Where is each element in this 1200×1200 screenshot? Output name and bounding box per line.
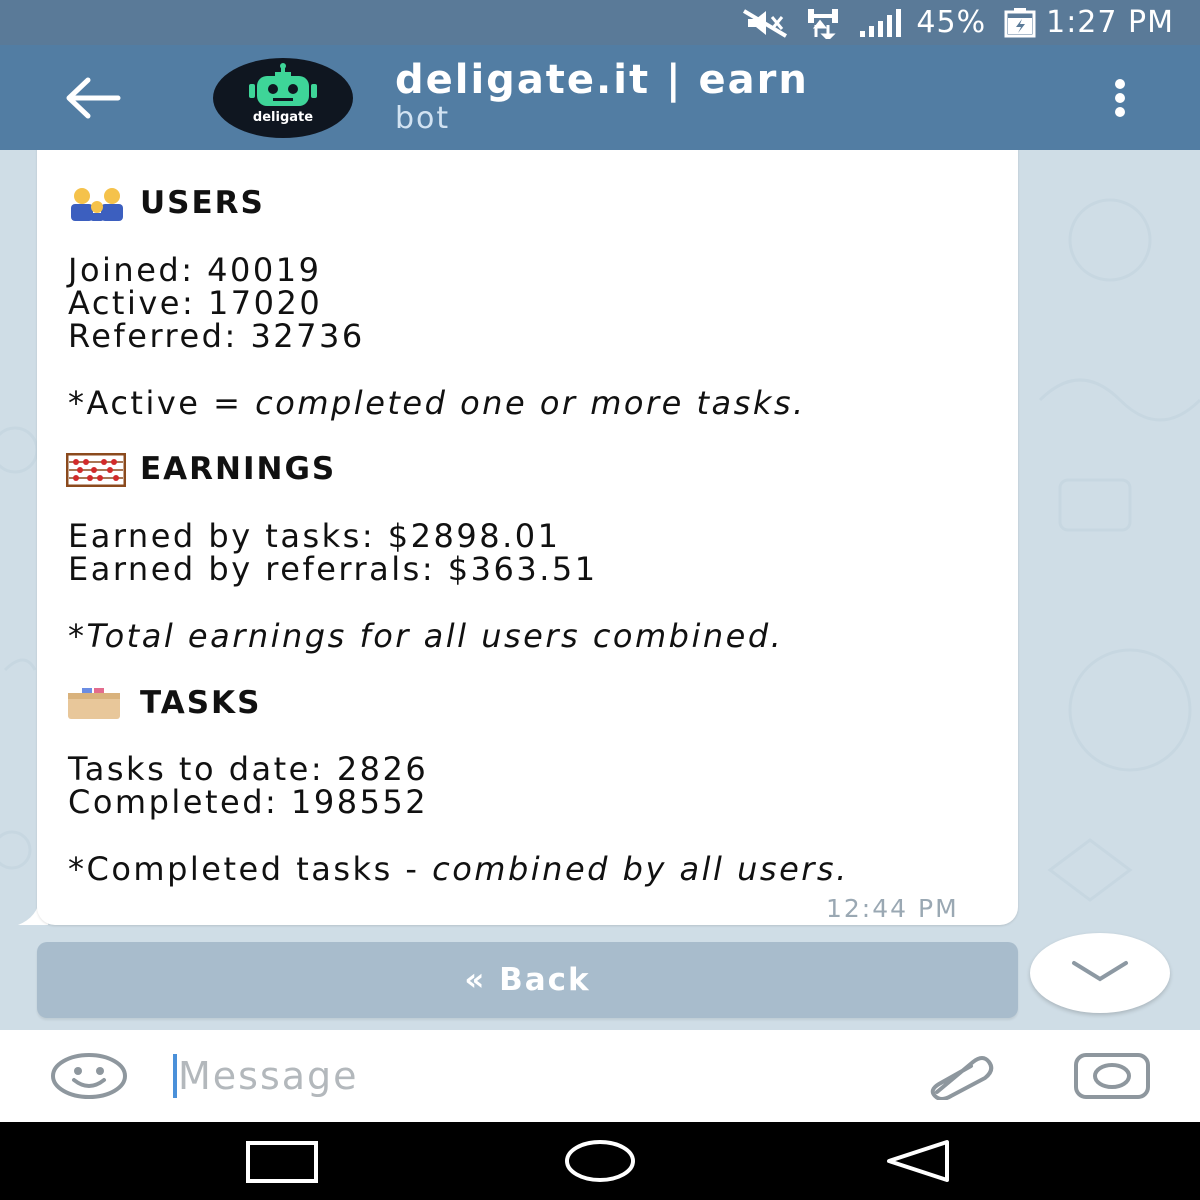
chevron-down-icon: [1072, 961, 1128, 982]
camera-icon[interactable]: [1073, 1052, 1151, 1100]
file-box-emoji-icon: [68, 688, 120, 719]
robot-logo-icon: [249, 63, 317, 106]
home-icon[interactable]: [563, 1138, 637, 1184]
completed-note-prefix: *Completed tasks -: [68, 850, 433, 888]
back-nav-icon[interactable]: [884, 1138, 952, 1184]
battery-percent: 45%: [916, 5, 987, 40]
active-note-italic: completed one or more tasks.: [255, 384, 806, 422]
tasks-completed: Completed: 198552: [68, 783, 429, 821]
battery-charging-icon: [1004, 7, 1036, 38]
chat-title[interactable]: deligate.it | earn: [395, 57, 809, 103]
earnings-note: *Total earnings for all users combined.: [68, 620, 783, 653]
chat-area[interactable]: USERS Joined: 40019 Active: 17020 Referr…: [0, 150, 1200, 1030]
attach-icon[interactable]: [925, 1052, 995, 1100]
completed-note: *Completed tasks - combined by all users…: [68, 853, 849, 886]
clock: 1:27 PM: [1046, 5, 1174, 40]
more-vert-icon[interactable]: [1105, 75, 1135, 121]
avatar-label: deligate: [252, 110, 314, 125]
status-bar: 45% 1:27 PM: [0, 0, 1200, 45]
bot-avatar[interactable]: deligate: [213, 58, 353, 138]
earned-by-referrals: Earned by referrals: $363.51: [68, 550, 598, 588]
users-referred: Referred: 32736: [68, 317, 365, 355]
chat-header: deligate deligate.it | earn bot: [0, 45, 1200, 150]
users-active: Active: 17020: [68, 284, 323, 322]
active-note-prefix: *Active =: [68, 384, 256, 422]
abacus-emoji-icon: [66, 453, 126, 487]
system-navigation-bar: [0, 1122, 1200, 1200]
emoji-icon[interactable]: [50, 1052, 128, 1100]
earned-by-tasks: Earned by tasks: $2898.01: [68, 517, 561, 555]
tasks-to-date: Tasks to date: 2826: [68, 750, 429, 788]
family-emoji-icon: [71, 188, 123, 221]
back-arrow-icon[interactable]: [62, 75, 122, 121]
back-button[interactable]: « Back: [37, 942, 1018, 1018]
tasks-heading: TASKS: [140, 685, 262, 721]
active-note: *Active = completed one or more tasks.: [68, 387, 806, 420]
signal-icon: [858, 8, 906, 37]
earnings-heading: EARNINGS: [140, 451, 337, 487]
scroll-down-button[interactable]: [1030, 933, 1170, 1013]
message-input-bar: [0, 1030, 1200, 1122]
chat-subtitle: bot: [395, 101, 451, 136]
completed-note-italic: combined by all users.: [432, 850, 849, 888]
earnings-note-text: *Total earnings for all users combined.: [68, 617, 784, 655]
recent-apps-icon[interactable]: [245, 1140, 319, 1184]
users-heading: USERS: [140, 185, 265, 221]
mute-icon: [742, 8, 788, 38]
users-joined: Joined: 40019: [68, 251, 322, 289]
text-cursor: [173, 1054, 177, 1098]
data-transfer-icon: [806, 7, 840, 39]
message-input[interactable]: [178, 1048, 878, 1104]
message-timestamp: 12:44 PM: [826, 894, 959, 923]
